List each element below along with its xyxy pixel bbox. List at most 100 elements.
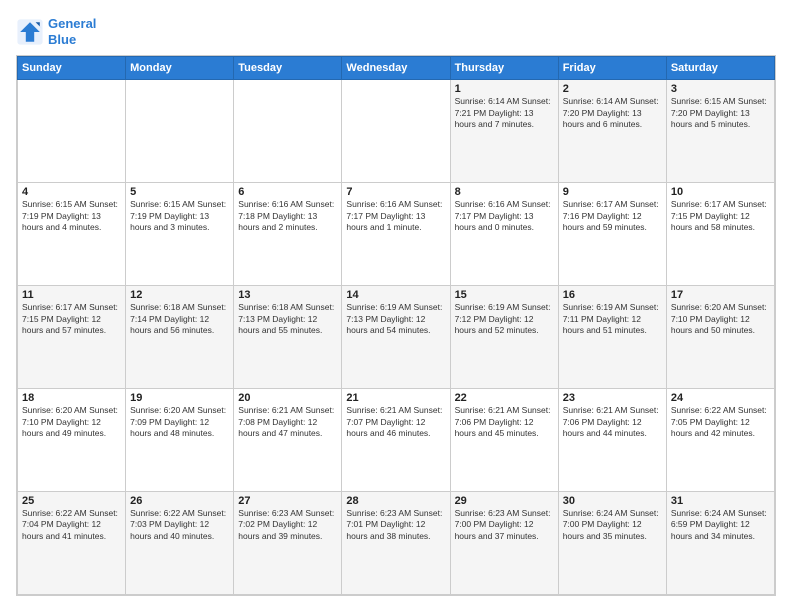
day-number: 12 bbox=[130, 289, 229, 301]
logo-icon bbox=[16, 18, 44, 46]
day-info: Sunrise: 6:24 AM Sunset: 7:00 PM Dayligh… bbox=[563, 508, 662, 542]
day-number: 23 bbox=[563, 392, 662, 404]
day-number: 16 bbox=[563, 289, 662, 301]
day-info: Sunrise: 6:16 AM Sunset: 7:17 PM Dayligh… bbox=[346, 199, 445, 233]
day-cell: 4Sunrise: 6:15 AM Sunset: 7:19 PM Daylig… bbox=[18, 183, 126, 286]
page: General Blue SundayMondayTuesdayWednesda… bbox=[0, 0, 792, 612]
day-info: Sunrise: 6:19 AM Sunset: 7:12 PM Dayligh… bbox=[455, 302, 554, 336]
day-cell: 31Sunrise: 6:24 AM Sunset: 6:59 PM Dayli… bbox=[666, 492, 774, 595]
logo-text: General Blue bbox=[48, 16, 96, 47]
day-number: 11 bbox=[22, 289, 121, 301]
day-number: 8 bbox=[455, 186, 554, 198]
day-cell: 17Sunrise: 6:20 AM Sunset: 7:10 PM Dayli… bbox=[666, 286, 774, 389]
day-cell: 28Sunrise: 6:23 AM Sunset: 7:01 PM Dayli… bbox=[342, 492, 450, 595]
day-cell: 29Sunrise: 6:23 AM Sunset: 7:00 PM Dayli… bbox=[450, 492, 558, 595]
day-number: 31 bbox=[671, 495, 770, 507]
day-info: Sunrise: 6:18 AM Sunset: 7:13 PM Dayligh… bbox=[238, 302, 337, 336]
week-row-3: 11Sunrise: 6:17 AM Sunset: 7:15 PM Dayli… bbox=[18, 286, 775, 389]
week-row-2: 4Sunrise: 6:15 AM Sunset: 7:19 PM Daylig… bbox=[18, 183, 775, 286]
day-number: 7 bbox=[346, 186, 445, 198]
day-number: 29 bbox=[455, 495, 554, 507]
day-info: Sunrise: 6:16 AM Sunset: 7:18 PM Dayligh… bbox=[238, 199, 337, 233]
day-cell: 27Sunrise: 6:23 AM Sunset: 7:02 PM Dayli… bbox=[234, 492, 342, 595]
day-info: Sunrise: 6:19 AM Sunset: 7:13 PM Dayligh… bbox=[346, 302, 445, 336]
weekday-header-friday: Friday bbox=[558, 57, 666, 80]
day-number: 9 bbox=[563, 186, 662, 198]
day-cell: 18Sunrise: 6:20 AM Sunset: 7:10 PM Dayli… bbox=[18, 389, 126, 492]
day-number: 10 bbox=[671, 186, 770, 198]
day-number: 13 bbox=[238, 289, 337, 301]
day-info: Sunrise: 6:15 AM Sunset: 7:20 PM Dayligh… bbox=[671, 96, 770, 130]
day-info: Sunrise: 6:17 AM Sunset: 7:16 PM Dayligh… bbox=[563, 199, 662, 233]
day-number: 17 bbox=[671, 289, 770, 301]
day-cell: 8Sunrise: 6:16 AM Sunset: 7:17 PM Daylig… bbox=[450, 183, 558, 286]
day-number: 2 bbox=[563, 83, 662, 95]
day-info: Sunrise: 6:21 AM Sunset: 7:08 PM Dayligh… bbox=[238, 405, 337, 439]
day-cell: 3Sunrise: 6:15 AM Sunset: 7:20 PM Daylig… bbox=[666, 80, 774, 183]
day-cell bbox=[126, 80, 234, 183]
day-number: 26 bbox=[130, 495, 229, 507]
day-info: Sunrise: 6:24 AM Sunset: 6:59 PM Dayligh… bbox=[671, 508, 770, 542]
weekday-header-monday: Monday bbox=[126, 57, 234, 80]
day-info: Sunrise: 6:21 AM Sunset: 7:06 PM Dayligh… bbox=[563, 405, 662, 439]
day-info: Sunrise: 6:19 AM Sunset: 7:11 PM Dayligh… bbox=[563, 302, 662, 336]
day-info: Sunrise: 6:23 AM Sunset: 7:00 PM Dayligh… bbox=[455, 508, 554, 542]
day-cell: 7Sunrise: 6:16 AM Sunset: 7:17 PM Daylig… bbox=[342, 183, 450, 286]
day-number: 6 bbox=[238, 186, 337, 198]
day-number: 5 bbox=[130, 186, 229, 198]
day-number: 28 bbox=[346, 495, 445, 507]
day-cell: 9Sunrise: 6:17 AM Sunset: 7:16 PM Daylig… bbox=[558, 183, 666, 286]
weekday-header-row: SundayMondayTuesdayWednesdayThursdayFrid… bbox=[18, 57, 775, 80]
weekday-header-thursday: Thursday bbox=[450, 57, 558, 80]
day-cell: 21Sunrise: 6:21 AM Sunset: 7:07 PM Dayli… bbox=[342, 389, 450, 492]
day-number: 1 bbox=[455, 83, 554, 95]
day-number: 3 bbox=[671, 83, 770, 95]
day-cell: 14Sunrise: 6:19 AM Sunset: 7:13 PM Dayli… bbox=[342, 286, 450, 389]
day-cell: 22Sunrise: 6:21 AM Sunset: 7:06 PM Dayli… bbox=[450, 389, 558, 492]
day-number: 27 bbox=[238, 495, 337, 507]
day-cell: 26Sunrise: 6:22 AM Sunset: 7:03 PM Dayli… bbox=[126, 492, 234, 595]
day-info: Sunrise: 6:18 AM Sunset: 7:14 PM Dayligh… bbox=[130, 302, 229, 336]
day-info: Sunrise: 6:22 AM Sunset: 7:03 PM Dayligh… bbox=[130, 508, 229, 542]
day-info: Sunrise: 6:15 AM Sunset: 7:19 PM Dayligh… bbox=[22, 199, 121, 233]
week-row-1: 1Sunrise: 6:14 AM Sunset: 7:21 PM Daylig… bbox=[18, 80, 775, 183]
day-number: 30 bbox=[563, 495, 662, 507]
week-row-4: 18Sunrise: 6:20 AM Sunset: 7:10 PM Dayli… bbox=[18, 389, 775, 492]
header: General Blue bbox=[16, 16, 776, 47]
day-number: 24 bbox=[671, 392, 770, 404]
day-info: Sunrise: 6:17 AM Sunset: 7:15 PM Dayligh… bbox=[671, 199, 770, 233]
day-info: Sunrise: 6:20 AM Sunset: 7:10 PM Dayligh… bbox=[22, 405, 121, 439]
day-info: Sunrise: 6:16 AM Sunset: 7:17 PM Dayligh… bbox=[455, 199, 554, 233]
day-number: 18 bbox=[22, 392, 121, 404]
day-info: Sunrise: 6:20 AM Sunset: 7:09 PM Dayligh… bbox=[130, 405, 229, 439]
logo-area: General Blue bbox=[16, 16, 96, 47]
day-cell: 30Sunrise: 6:24 AM Sunset: 7:00 PM Dayli… bbox=[558, 492, 666, 595]
day-cell: 2Sunrise: 6:14 AM Sunset: 7:20 PM Daylig… bbox=[558, 80, 666, 183]
calendar-table: SundayMondayTuesdayWednesdayThursdayFrid… bbox=[17, 56, 775, 595]
day-number: 14 bbox=[346, 289, 445, 301]
weekday-header-saturday: Saturday bbox=[666, 57, 774, 80]
day-cell: 23Sunrise: 6:21 AM Sunset: 7:06 PM Dayli… bbox=[558, 389, 666, 492]
day-number: 19 bbox=[130, 392, 229, 404]
day-cell: 24Sunrise: 6:22 AM Sunset: 7:05 PM Dayli… bbox=[666, 389, 774, 492]
calendar-header: SundayMondayTuesdayWednesdayThursdayFrid… bbox=[18, 57, 775, 80]
day-cell: 16Sunrise: 6:19 AM Sunset: 7:11 PM Dayli… bbox=[558, 286, 666, 389]
day-cell: 15Sunrise: 6:19 AM Sunset: 7:12 PM Dayli… bbox=[450, 286, 558, 389]
day-info: Sunrise: 6:22 AM Sunset: 7:04 PM Dayligh… bbox=[22, 508, 121, 542]
day-cell: 11Sunrise: 6:17 AM Sunset: 7:15 PM Dayli… bbox=[18, 286, 126, 389]
day-cell: 19Sunrise: 6:20 AM Sunset: 7:09 PM Dayli… bbox=[126, 389, 234, 492]
day-cell: 13Sunrise: 6:18 AM Sunset: 7:13 PM Dayli… bbox=[234, 286, 342, 389]
weekday-header-wednesday: Wednesday bbox=[342, 57, 450, 80]
day-number: 15 bbox=[455, 289, 554, 301]
day-info: Sunrise: 6:21 AM Sunset: 7:07 PM Dayligh… bbox=[346, 405, 445, 439]
day-number: 21 bbox=[346, 392, 445, 404]
calendar: SundayMondayTuesdayWednesdayThursdayFrid… bbox=[16, 55, 776, 596]
day-cell: 5Sunrise: 6:15 AM Sunset: 7:19 PM Daylig… bbox=[126, 183, 234, 286]
day-number: 4 bbox=[22, 186, 121, 198]
day-cell: 1Sunrise: 6:14 AM Sunset: 7:21 PM Daylig… bbox=[450, 80, 558, 183]
weekday-header-sunday: Sunday bbox=[18, 57, 126, 80]
day-info: Sunrise: 6:21 AM Sunset: 7:06 PM Dayligh… bbox=[455, 405, 554, 439]
day-cell: 20Sunrise: 6:21 AM Sunset: 7:08 PM Dayli… bbox=[234, 389, 342, 492]
day-cell bbox=[18, 80, 126, 183]
day-number: 25 bbox=[22, 495, 121, 507]
